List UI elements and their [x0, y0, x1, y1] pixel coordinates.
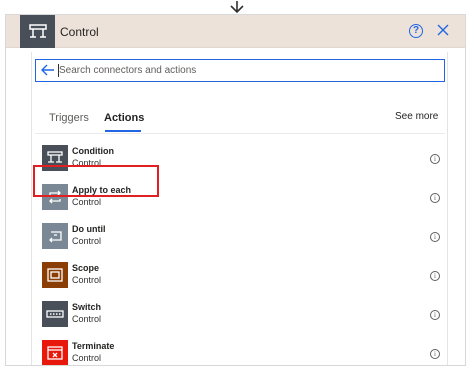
switch-icon: [42, 301, 68, 327]
action-item-apply-to-each[interactable]: Apply to each Control i: [32, 184, 447, 223]
action-item-do-until[interactable]: Do until Control i: [32, 223, 447, 262]
action-item-switch[interactable]: Switch Control i: [32, 301, 447, 340]
divider: [35, 133, 445, 134]
action-item-condition[interactable]: Condition Control i: [32, 145, 447, 184]
apply-to-each-icon: [42, 184, 68, 210]
control-action-card: Control ? Triggers Actions See more Cond…: [5, 14, 466, 366]
info-icon[interactable]: i: [430, 271, 440, 281]
action-connector: Control: [72, 275, 102, 285]
search-box[interactable]: [35, 59, 445, 82]
card-title: Control: [60, 25, 99, 39]
flow-down-arrow-icon: [230, 1, 244, 14]
tab-actions[interactable]: Actions: [104, 112, 144, 124]
tab-triggers[interactable]: Triggers: [49, 112, 89, 124]
action-name: Terminate: [72, 341, 115, 351]
action-item-terminate[interactable]: Terminate Control i: [32, 340, 447, 365]
action-connector: Control: [72, 197, 102, 207]
info-icon[interactable]: i: [430, 154, 440, 164]
action-item-scope[interactable]: Scope Control i: [32, 262, 447, 301]
card-header[interactable]: Control ?: [6, 15, 465, 48]
back-arrow-icon[interactable]: [41, 63, 55, 77]
close-icon[interactable]: [436, 23, 450, 37]
action-picker-panel: Triggers Actions See more Condition Cont…: [31, 52, 448, 365]
control-connector-icon: [20, 15, 55, 48]
info-icon[interactable]: i: [430, 349, 440, 359]
info-icon[interactable]: i: [430, 232, 440, 242]
action-name: Condition: [72, 146, 114, 156]
terminate-icon: [42, 340, 68, 365]
info-icon[interactable]: i: [430, 310, 440, 320]
help-icon[interactable]: ?: [409, 24, 423, 38]
action-connector: Control: [72, 314, 102, 324]
action-connector: Control: [72, 158, 102, 168]
scope-icon: [42, 262, 68, 288]
see-more-link[interactable]: See more: [395, 111, 438, 122]
do-until-icon: [42, 223, 68, 249]
action-name: Do until: [72, 224, 106, 234]
search-input[interactable]: [59, 62, 439, 79]
condition-icon: [42, 145, 68, 171]
info-icon[interactable]: i: [430, 193, 440, 203]
action-name: Switch: [72, 302, 102, 312]
action-name: Apply to each: [72, 185, 132, 195]
action-name: Scope: [72, 263, 100, 273]
action-connector: Control: [72, 236, 102, 246]
selected-tab-indicator: [105, 130, 141, 132]
action-connector: Control: [72, 353, 102, 363]
